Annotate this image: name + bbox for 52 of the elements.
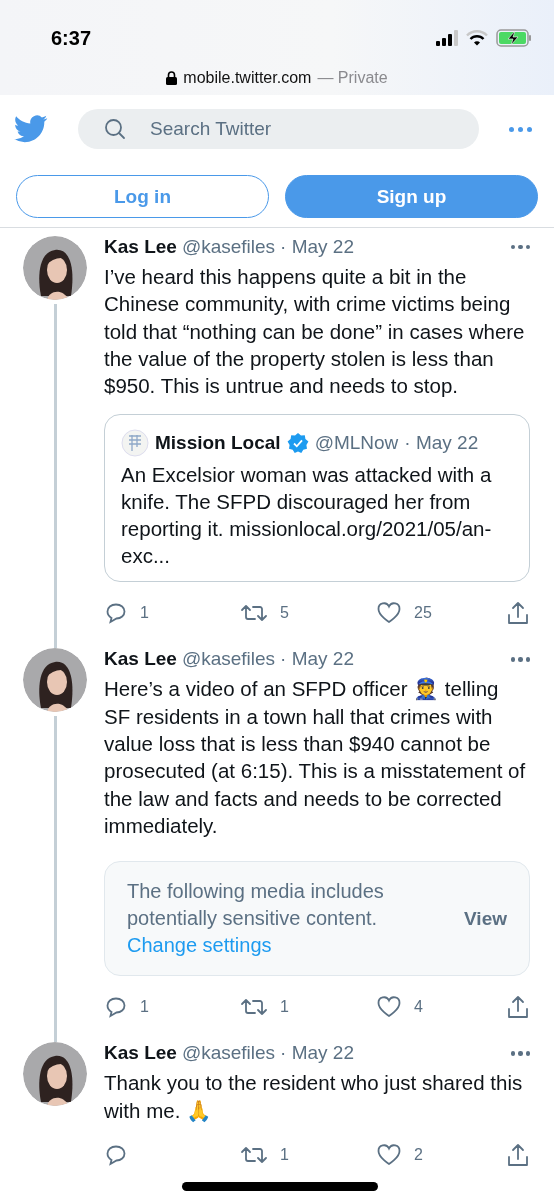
author-name: Kas Lee [104, 648, 177, 671]
lock-icon [166, 71, 178, 85]
reply-count: 1 [140, 604, 149, 623]
quoted-tweet-card[interactable]: Mission Local @MLNow · May 22 An Excelsior woman was attacked with a knife. The SFPD discouraged her from reporting it. missionlocal.org/2021/05/an-exc... [104, 414, 530, 583]
tweet-text: I’ve heard this happens quite a bit in the Chinese community, with crime victims being told that “nothing can be done” in cases where the value of the property stolen is less than $950. This is untrue and needs to stop. [104, 264, 526, 400]
heart-icon[interactable] [376, 1142, 402, 1167]
reply-count: 1 [140, 998, 149, 1017]
notice-text: The following media includes potentially sensitive content. [127, 879, 385, 932]
tweet-date: · May 22 [280, 648, 354, 671]
private-label: — Private [317, 69, 388, 87]
url-domain[interactable]: mobile.twitter.com [183, 69, 312, 87]
tweet-date: · May 22 [280, 236, 354, 258]
heart-icon[interactable] [376, 601, 402, 626]
author-name: Kas Lee [104, 1042, 177, 1065]
clock-time: 6:37 [51, 26, 92, 50]
author-handle: @kasefiles [181, 1042, 276, 1065]
reply-icon[interactable] [104, 995, 128, 1020]
author-handle: @MLNow [314, 432, 399, 455]
log-in-button[interactable]: Log in [16, 175, 269, 218]
like-count: 2 [414, 1145, 423, 1164]
more-icon[interactable] [510, 657, 530, 662]
tweet-text: Here’s a video of an SFPD officer 👮 telling SF residents in a town hall that crimes with value loss that is less than $940 cannot be prosecuted (at 6:15). This is a misstatement of the law and facts and needs to be corrected immediately. [104, 676, 527, 839]
like-count: 4 [414, 998, 423, 1017]
signal-icon [436, 30, 458, 46]
tweet-text: Thank you to the resident who just shared this with me. 🙏 [104, 1070, 524, 1124]
share-icon[interactable] [506, 994, 530, 1021]
bird-logo-icon[interactable] [14, 115, 48, 143]
view-button[interactable]: View [464, 907, 507, 930]
share-icon[interactable] [506, 1141, 530, 1168]
retweet-count: 1 [280, 1145, 289, 1164]
battery-charging-icon [496, 29, 532, 47]
search-icon [104, 118, 126, 140]
share-icon[interactable] [506, 600, 530, 627]
more-icon[interactable] [510, 1051, 530, 1056]
author-handle: @kasefiles [181, 236, 276, 258]
sign-up-button[interactable]: Sign up [285, 175, 538, 218]
tweet-date: · May 22 [280, 1042, 354, 1065]
retweet-count: 5 [280, 604, 289, 623]
more-icon[interactable] [510, 244, 530, 250]
tweet-date: · May 22 [404, 432, 479, 455]
reply-icon[interactable] [104, 601, 128, 626]
retweet-count: 1 [280, 998, 289, 1017]
author-handle: @kasefiles [181, 648, 276, 671]
quoted-tweet-text: An Excelsior woman was attacked with a knife. The SFPD discouraged her from reporting it. missionlocal.org/2021/05/an-exc... [121, 462, 493, 570]
heart-icon[interactable] [376, 995, 402, 1020]
like-count: 25 [414, 604, 432, 623]
search-field[interactable]: Search Twitter [78, 109, 479, 149]
author-name: Kas Lee [104, 236, 177, 258]
author-name: Mission Local [155, 432, 281, 455]
change-settings-link[interactable]: Change settings [127, 932, 453, 960]
avatar-icon [121, 429, 149, 458]
wifi-icon [466, 30, 488, 46]
